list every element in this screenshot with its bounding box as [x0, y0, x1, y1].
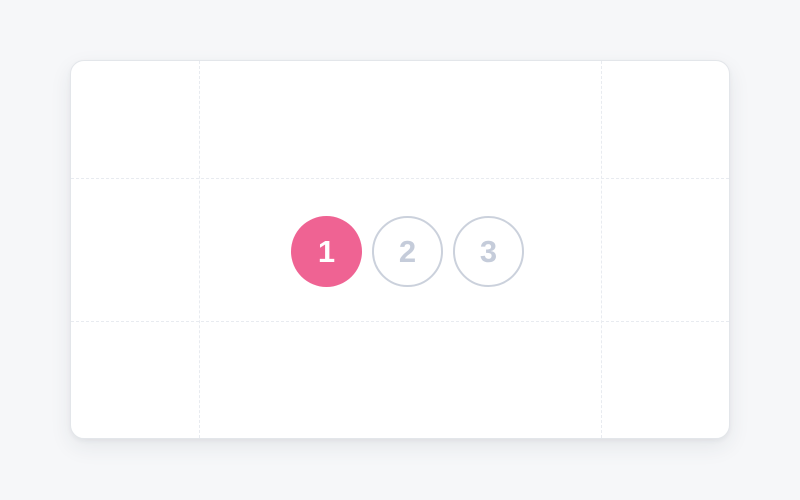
step-1-button[interactable]: 1: [291, 216, 362, 287]
card-panel: 1 2 3: [70, 60, 730, 439]
step-3-button[interactable]: 3: [453, 216, 524, 287]
step-indicator: 1 2 3: [291, 216, 524, 287]
guide-line-horizontal-bottom: [71, 321, 729, 322]
guide-line-vertical-right: [601, 61, 602, 438]
guide-line-vertical-left: [199, 61, 200, 438]
step-2-button[interactable]: 2: [372, 216, 443, 287]
guide-line-horizontal-top: [71, 178, 729, 179]
